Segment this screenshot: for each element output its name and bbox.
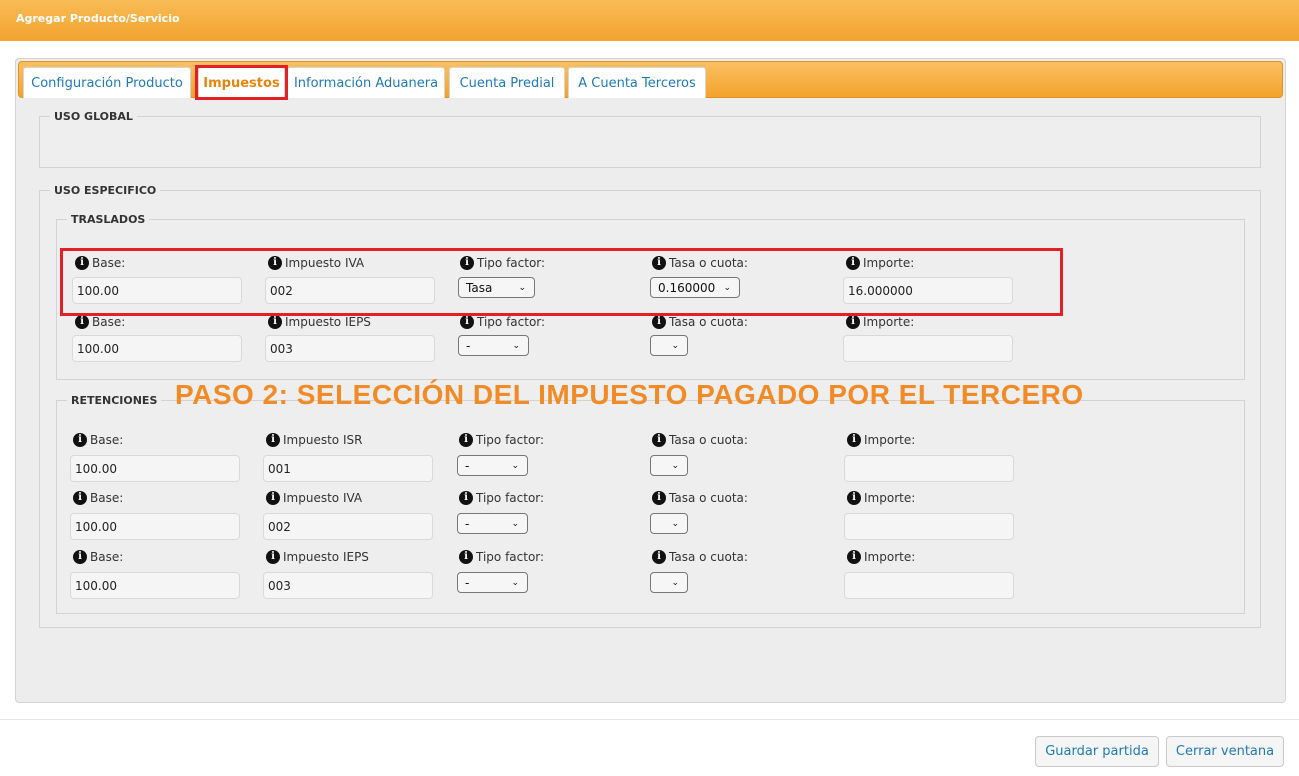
tipo-factor-label: i Tipo factor:	[459, 491, 544, 505]
info-icon[interactable]: i	[459, 550, 473, 564]
chevron-down-icon: ⌄	[512, 340, 520, 351]
info-icon[interactable]: i	[75, 315, 89, 329]
retenciones-legend: RETENCIONES	[71, 394, 158, 407]
base-label: i Base:	[75, 315, 125, 329]
window-title: Agregar Producto/Servicio	[16, 12, 180, 25]
footer-divider	[0, 719, 1299, 720]
info-icon[interactable]: i	[846, 315, 860, 329]
chevron-down-icon: ⌄	[671, 577, 679, 588]
tasa-cuota-label: i Tasa o cuota:	[652, 491, 748, 505]
base-field[interactable]: 100.00	[70, 513, 240, 540]
impuesto-label: i Impuesto IVA	[266, 491, 362, 505]
base-label: i Base:	[73, 550, 123, 564]
info-icon[interactable]: i	[652, 491, 666, 505]
traslados-legend: TRASLADOS	[71, 213, 146, 226]
chevron-down-icon: ⌄	[511, 518, 519, 529]
base-label: i Base:	[73, 491, 123, 505]
tipo-factor-select[interactable]: - ⌄	[458, 335, 529, 356]
tab-configuracion-producto[interactable]: Configuración Producto	[23, 67, 191, 98]
info-icon[interactable]: i	[73, 433, 87, 447]
importe-label: i Importe:	[847, 550, 915, 564]
tab-highlight-annotation	[195, 65, 288, 100]
highlight-annotation	[60, 248, 1063, 316]
tasa-cuota-label: i Tasa o cuota:	[652, 433, 748, 447]
impuesto-field[interactable]: 002	[263, 513, 433, 540]
tipo-factor-label: i Tipo factor:	[460, 315, 545, 329]
tipo-factor-label: i Tipo factor:	[459, 433, 544, 447]
save-button[interactable]: Guardar partida	[1035, 736, 1159, 767]
info-icon[interactable]: i	[266, 433, 280, 447]
base-field[interactable]: 100.00	[70, 455, 240, 482]
chevron-down-icon: ⌄	[671, 518, 679, 529]
tasa-cuota-select[interactable]: ⌄	[650, 335, 688, 356]
uso-global-legend: USO GLOBAL	[54, 110, 133, 123]
uso-especifico-legend: USO ESPECIFICO	[54, 184, 157, 197]
chevron-down-icon: ⌄	[511, 577, 519, 588]
base-field[interactable]: 100.00	[70, 572, 240, 599]
chevron-down-icon: ⌄	[511, 460, 519, 471]
info-icon[interactable]: i	[652, 433, 666, 447]
info-icon[interactable]: i	[847, 550, 861, 564]
importe-field[interactable]	[844, 572, 1014, 599]
tipo-factor-select[interactable]: - ⌄	[457, 455, 528, 476]
info-icon[interactable]: i	[268, 315, 282, 329]
tasa-cuota-label: i Tasa o cuota:	[652, 315, 748, 329]
info-icon[interactable]: i	[266, 550, 280, 564]
tasa-cuota-select[interactable]: ⌄	[650, 513, 688, 534]
impuesto-label: i Impuesto IEPS	[268, 315, 371, 329]
close-window-button[interactable]: Cerrar ventana	[1166, 736, 1284, 767]
tab-cuenta-predial[interactable]: Cuenta Predial	[449, 67, 565, 98]
base-label: i Base:	[73, 433, 123, 447]
impuesto-field[interactable]: 001	[263, 455, 433, 482]
tab-a-cuenta-terceros[interactable]: A Cuenta Terceros	[568, 67, 706, 98]
info-icon[interactable]: i	[73, 491, 87, 505]
info-icon[interactable]: i	[847, 433, 861, 447]
step-annotation-text: PASO 2: SELECCIÓN DEL IMPUESTO PAGADO PO…	[175, 379, 1084, 410]
info-icon[interactable]: i	[459, 433, 473, 447]
importe-field[interactable]	[844, 513, 1014, 540]
tipo-factor-select[interactable]: - ⌄	[457, 513, 528, 534]
chevron-down-icon: ⌄	[671, 460, 679, 471]
info-icon[interactable]: i	[652, 315, 666, 329]
tasa-cuota-select[interactable]: ⌄	[650, 572, 688, 593]
window-titlebar: Agregar Producto/Servicio	[0, 0, 1299, 41]
info-icon[interactable]: i	[459, 491, 473, 505]
info-icon[interactable]: i	[652, 550, 666, 564]
impuesto-label: i Impuesto ISR	[266, 433, 362, 447]
info-icon[interactable]: i	[460, 315, 474, 329]
importe-field[interactable]	[844, 455, 1014, 482]
impuesto-label: i Impuesto IEPS	[266, 550, 369, 564]
tasa-cuota-label: i Tasa o cuota:	[652, 550, 748, 564]
tipo-factor-select[interactable]: - ⌄	[457, 572, 528, 593]
importe-label: i Importe:	[847, 433, 915, 447]
importe-field[interactable]	[843, 335, 1013, 362]
importe-label: i Importe:	[847, 491, 915, 505]
impuesto-field[interactable]: 003	[263, 572, 433, 599]
importe-label: i Importe:	[846, 315, 914, 329]
tasa-cuota-select[interactable]: ⌄	[650, 455, 688, 476]
impuesto-field[interactable]: 003	[265, 335, 435, 362]
base-field[interactable]: 100.00	[72, 335, 242, 362]
info-icon[interactable]: i	[266, 491, 280, 505]
info-icon[interactable]: i	[73, 550, 87, 564]
uso-global-section: USO GLOBAL	[39, 110, 1261, 168]
tipo-factor-label: i Tipo factor:	[459, 550, 544, 564]
info-icon[interactable]: i	[847, 491, 861, 505]
tab-informacion-aduanera[interactable]: Información Aduanera	[287, 67, 445, 98]
chevron-down-icon: ⌄	[671, 340, 679, 351]
